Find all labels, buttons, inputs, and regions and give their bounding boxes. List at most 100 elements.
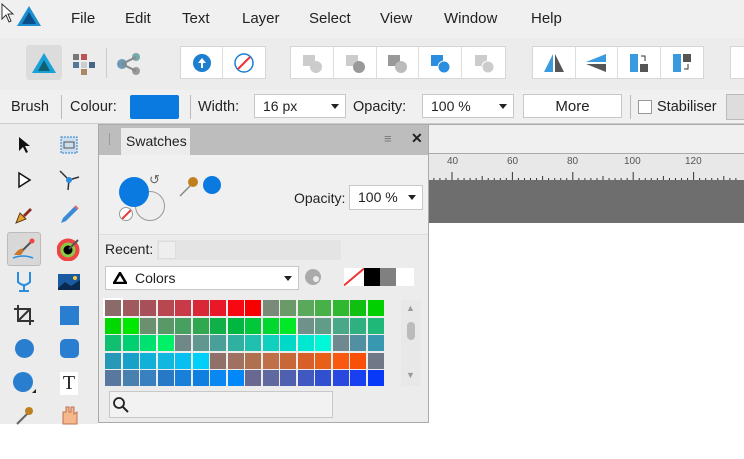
export-persona-button[interactable] xyxy=(116,51,142,80)
menu-select[interactable]: Select xyxy=(309,10,351,27)
swatch[interactable] xyxy=(367,335,384,351)
swatch[interactable] xyxy=(315,335,331,351)
scroll-up-icon[interactable]: ▲ xyxy=(406,303,415,313)
overflow-group[interactable] xyxy=(730,46,744,79)
width-combo[interactable]: 16 px xyxy=(254,94,346,118)
swatch[interactable] xyxy=(367,300,384,316)
swatch[interactable] xyxy=(175,300,191,316)
pencil-tool[interactable] xyxy=(54,200,84,230)
grey-swatch[interactable] xyxy=(380,268,396,286)
transparency-tool[interactable] xyxy=(9,267,39,297)
panel-menu-icon[interactable]: ≡ xyxy=(384,131,392,146)
eyedropper-icon[interactable] xyxy=(177,175,201,199)
menu-layer[interactable]: Layer xyxy=(242,10,280,27)
rounded-rectangle-tool[interactable] xyxy=(54,333,84,363)
swatch[interactable] xyxy=(227,352,244,369)
swatch[interactable] xyxy=(122,352,139,369)
swatch[interactable] xyxy=(350,352,366,369)
white-swatch[interactable] xyxy=(396,268,414,286)
flip-horizontal-button[interactable] xyxy=(533,47,576,78)
point-transform-tool[interactable] xyxy=(54,165,84,195)
swatch[interactable] xyxy=(210,317,226,334)
recent-swatch[interactable] xyxy=(158,241,176,259)
node-tool[interactable] xyxy=(9,165,39,195)
ellipse-tool[interactable] xyxy=(9,333,39,363)
pixel-persona-button[interactable] xyxy=(70,52,98,79)
close-icon[interactable]: ✕ xyxy=(411,130,423,147)
swatch[interactable] xyxy=(192,300,209,316)
flip-vertical-button[interactable] xyxy=(576,47,618,78)
palette-select[interactable]: Colors xyxy=(105,266,299,290)
pen-tool[interactable] xyxy=(9,200,39,230)
swatch[interactable] xyxy=(245,352,261,369)
fill-colour-well[interactable] xyxy=(119,177,149,207)
swatch[interactable] xyxy=(210,335,226,351)
swatch[interactable] xyxy=(175,317,191,334)
swatch[interactable] xyxy=(157,317,174,334)
menu-text[interactable]: Text xyxy=(182,10,210,27)
swatch[interactable] xyxy=(332,352,349,369)
divide-button[interactable] xyxy=(462,47,505,78)
swatch[interactable] xyxy=(140,317,156,334)
swatch[interactable] xyxy=(122,370,139,386)
opacity-combo[interactable]: 100 % xyxy=(422,94,514,118)
swatch[interactable] xyxy=(280,300,296,316)
menu-window[interactable]: Window xyxy=(444,10,497,27)
swatch[interactable] xyxy=(192,335,209,351)
swatch[interactable] xyxy=(297,352,314,369)
insert-behind-button[interactable] xyxy=(181,47,224,78)
text-tool[interactable]: T xyxy=(54,368,84,398)
black-swatch[interactable] xyxy=(364,268,380,286)
swatch[interactable] xyxy=(332,370,349,386)
crop-tool[interactable] xyxy=(9,300,39,330)
view-tool[interactable] xyxy=(54,400,84,430)
swatch[interactable] xyxy=(103,298,123,318)
colour-swatch[interactable] xyxy=(130,95,179,119)
place-image-tool[interactable] xyxy=(54,267,84,297)
swatch[interactable] xyxy=(245,370,261,386)
menu-view[interactable]: View xyxy=(380,10,412,27)
swatch[interactable] xyxy=(122,300,139,316)
swatch[interactable] xyxy=(157,335,174,351)
swatch[interactable] xyxy=(297,335,314,351)
swatch[interactable] xyxy=(122,317,139,334)
stabiliser-mode-button[interactable] xyxy=(726,94,744,120)
swatch-opacity-combo[interactable]: 100 % xyxy=(349,185,423,210)
swatch-search-input[interactable] xyxy=(109,391,333,418)
swatch[interactable] xyxy=(280,370,296,386)
swatch[interactable] xyxy=(350,370,366,386)
menu-file[interactable]: File xyxy=(71,10,95,27)
swatch[interactable] xyxy=(140,370,156,386)
menu-edit[interactable]: Edit xyxy=(125,10,151,27)
swatch[interactable] xyxy=(315,352,331,369)
swatch[interactable] xyxy=(192,370,209,386)
swatch[interactable] xyxy=(262,317,279,334)
swatch[interactable] xyxy=(157,370,174,386)
swatch[interactable] xyxy=(367,317,384,334)
swatch[interactable] xyxy=(122,335,139,351)
swatch[interactable] xyxy=(332,317,349,334)
swatch[interactable] xyxy=(105,317,121,334)
swatch[interactable] xyxy=(105,335,121,351)
no-colour-button[interactable] xyxy=(119,207,133,221)
swatch[interactable] xyxy=(105,352,121,369)
swatch[interactable] xyxy=(297,317,314,334)
swatch[interactable] xyxy=(315,317,331,334)
swatch[interactable] xyxy=(367,370,384,386)
shape-tool[interactable] xyxy=(9,368,39,398)
swatch[interactable] xyxy=(262,300,279,316)
stabiliser-checkbox[interactable] xyxy=(638,100,652,114)
none-swatch[interactable] xyxy=(344,268,364,286)
swatch[interactable] xyxy=(140,352,156,369)
swatch[interactable] xyxy=(315,300,331,316)
fill-tool[interactable] xyxy=(54,234,84,264)
intersect-button[interactable] xyxy=(377,47,420,78)
more-button[interactable]: More xyxy=(523,94,622,118)
swatch[interactable] xyxy=(175,335,191,351)
swatch[interactable] xyxy=(140,335,156,351)
xor-button[interactable] xyxy=(419,47,463,78)
swatch[interactable] xyxy=(280,352,296,369)
swatch[interactable] xyxy=(192,317,209,334)
swatch[interactable] xyxy=(157,300,174,316)
swatch[interactable] xyxy=(350,300,366,316)
